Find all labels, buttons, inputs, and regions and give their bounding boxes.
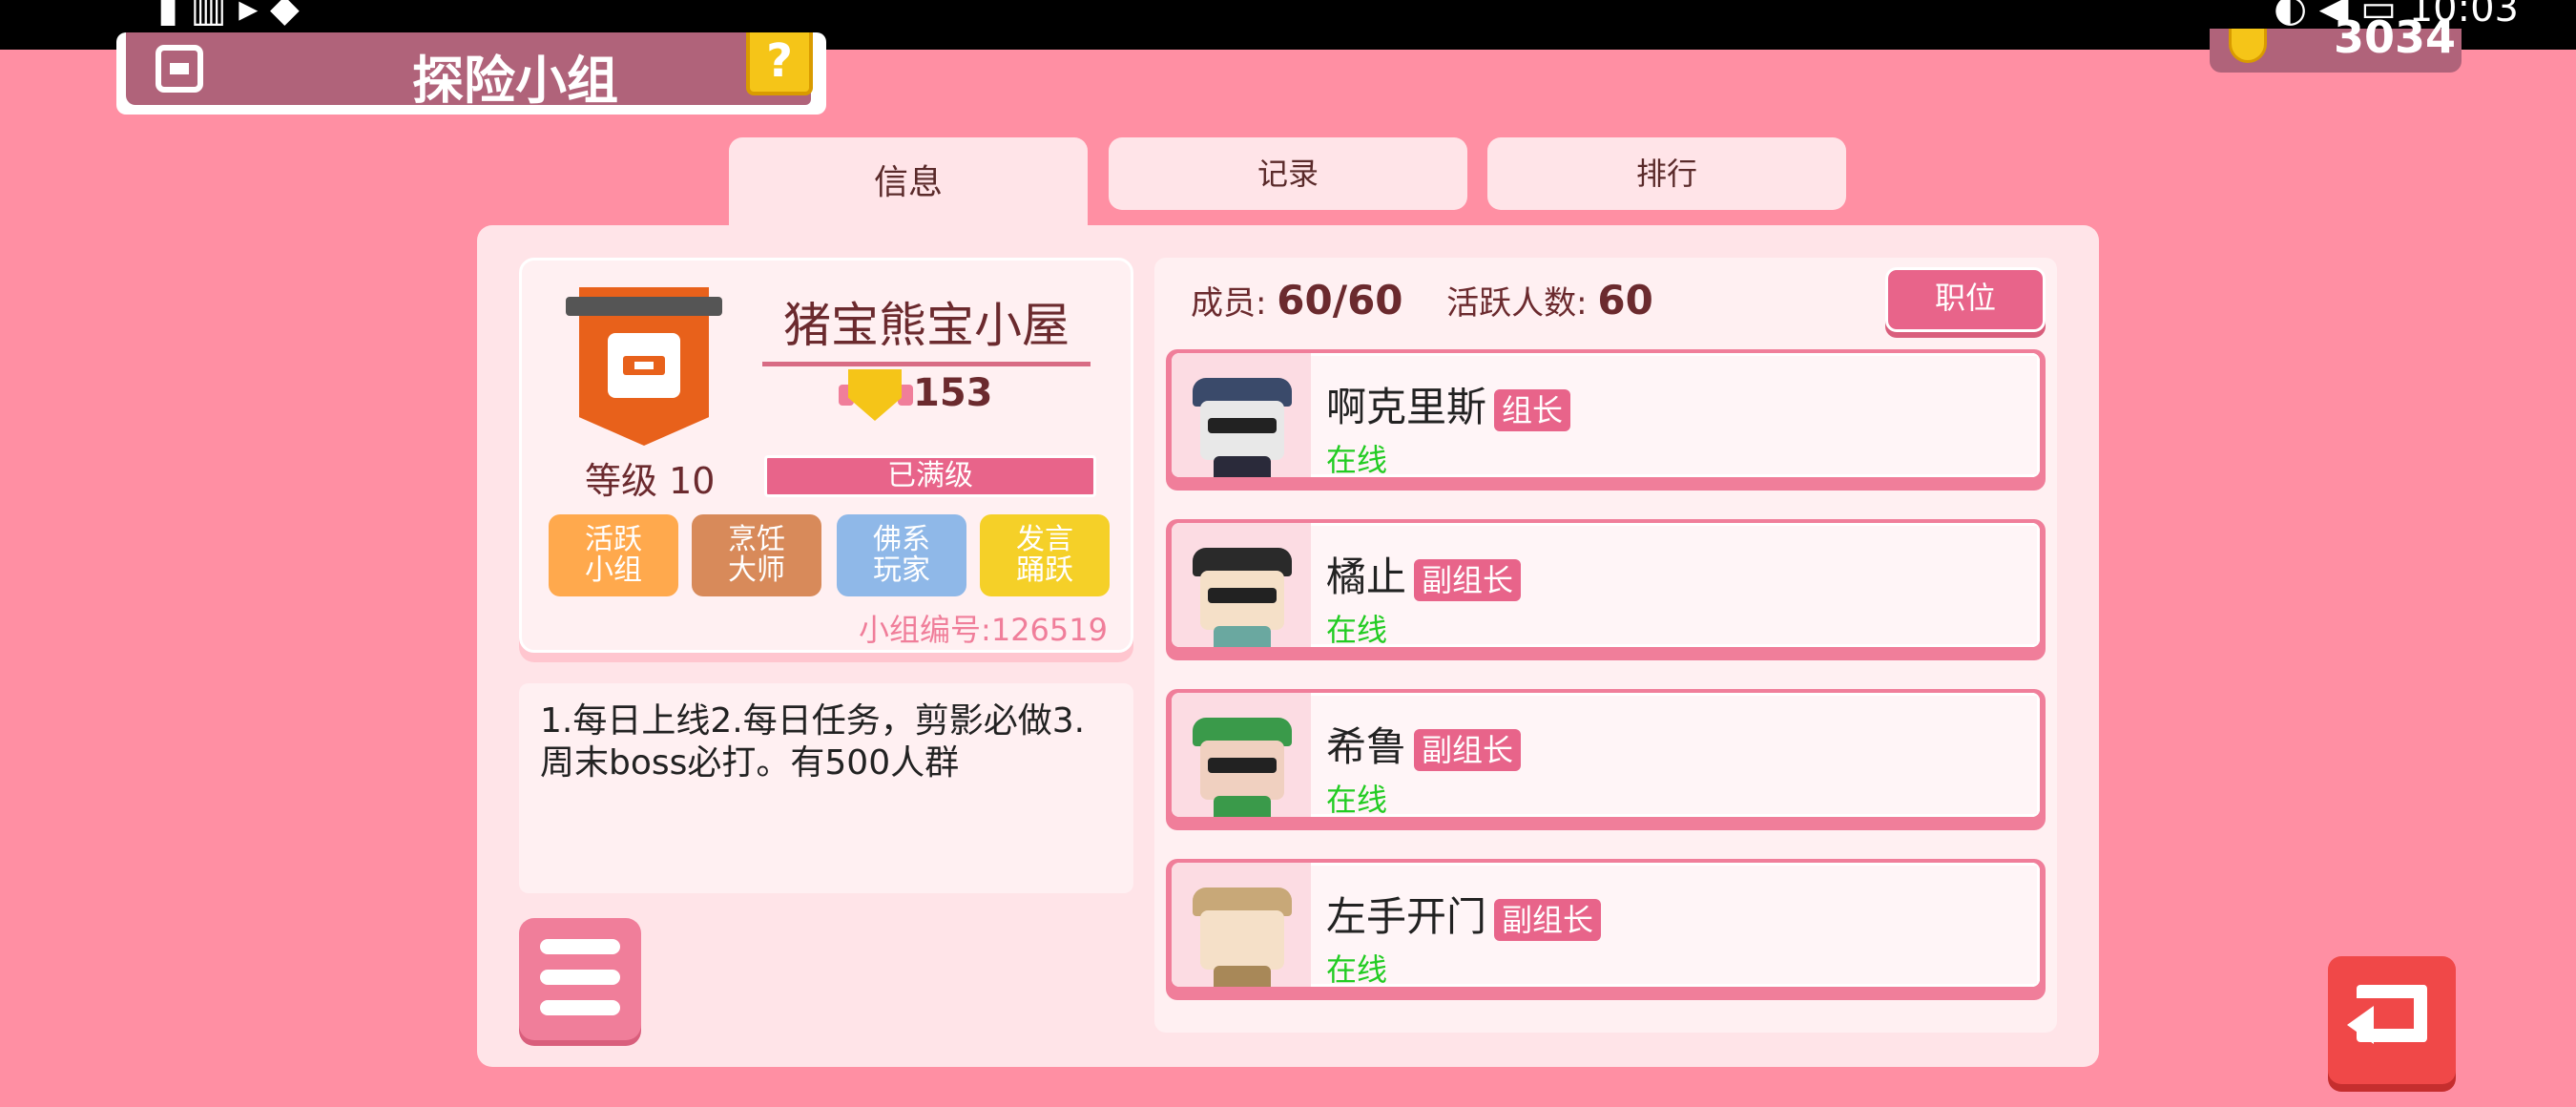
member-status: 在线 — [1326, 782, 1388, 817]
group-banner-icon — [566, 287, 722, 446]
member-status: 在线 — [1326, 951, 1388, 987]
group-card: 猪宝熊宝小屋 153 等级 10 已满级 活跃小组 烹饪大师 佛系玩家 发言踊跃… — [519, 258, 1133, 653]
avatar — [1172, 693, 1311, 817]
active-count-label: 活跃人数: — [1446, 284, 1588, 323]
menu-button[interactable] — [519, 918, 641, 1040]
member-status: 在线 — [1326, 612, 1388, 647]
back-button[interactable] — [2328, 956, 2456, 1084]
group-level: 等级 10 — [585, 460, 716, 502]
role-button[interactable]: 职位 — [1885, 267, 2046, 332]
tag-active-group[interactable]: 活跃小组 — [549, 514, 678, 596]
help-button[interactable]: ? — [746, 32, 813, 95]
member-info: 希鲁 副组长 在线 — [1311, 693, 2040, 817]
avatar — [1172, 523, 1311, 647]
member-row[interactable]: 左手开门 副组长 在线 — [1166, 859, 2046, 1000]
level-status-bar: 已满级 — [764, 455, 1096, 497]
members-panel: 成员: 60/60 活跃人数: 60 职位 啊克里斯 组长 在线 橘止 副组长 … — [1154, 258, 2057, 1033]
member-count-value: 60/60 — [1277, 277, 1403, 324]
role-badge: 副组长 — [1494, 898, 1602, 941]
tag-cooking-master[interactable]: 烹饪大师 — [692, 514, 821, 596]
member-name: 啊克里斯 — [1326, 384, 1487, 430]
currency-display: 3034 — [2210, 11, 2462, 73]
tab-info[interactable]: 信息 — [729, 137, 1088, 233]
coin-icon — [2229, 29, 2267, 63]
status-icons-left: ▮ ▥ ▸ ◆ — [157, 0, 300, 31]
title-plate: 探险小组 ? — [116, 32, 826, 115]
group-id: 小组编号:126519 — [859, 612, 1108, 648]
tag-active-speaker[interactable]: 发言踊跃 — [980, 514, 1110, 596]
member-row[interactable]: 希鲁 副组长 在线 — [1166, 689, 2046, 830]
member-count-label: 成员: — [1191, 284, 1267, 323]
member-info: 橘止 副组长 在线 — [1311, 523, 2040, 647]
members-header: 成员: 60/60 活跃人数: 60 — [1191, 277, 1653, 324]
member-name: 希鲁 — [1326, 723, 1407, 770]
group-emblem-icon — [126, 32, 233, 105]
member-row[interactable]: 啊克里斯 组长 在线 — [1166, 349, 2046, 491]
member-info: 啊克里斯 组长 在线 — [1311, 353, 2040, 477]
trophy-value: 153 — [913, 371, 993, 415]
role-badge: 副组长 — [1414, 728, 1522, 771]
tag-casual-player[interactable]: 佛系玩家 — [837, 514, 966, 596]
role-badge: 组长 — [1494, 388, 1571, 431]
role-badge: 副组长 — [1414, 558, 1522, 601]
member-status: 在线 — [1326, 442, 1388, 477]
member-row[interactable]: 橘止 副组长 在线 — [1166, 519, 2046, 660]
group-description: 1.每日上线2.每日任务，剪影必做3.周末boss必打。有500人群 — [519, 683, 1133, 893]
tab-rank[interactable]: 排行 — [1487, 137, 1846, 210]
avatar — [1172, 353, 1311, 477]
member-info: 左手开门 副组长 在线 — [1311, 863, 2040, 987]
trophy-icon — [839, 369, 913, 421]
member-name: 橘止 — [1326, 554, 1407, 600]
page-title: 探险小组 — [412, 51, 618, 111]
active-count-value: 60 — [1597, 277, 1653, 324]
tab-records[interactable]: 记录 — [1109, 137, 1467, 210]
member-name: 左手开门 — [1326, 893, 1487, 940]
group-name: 猪宝熊宝小屋 — [762, 287, 1091, 366]
avatar — [1172, 863, 1311, 987]
menu-icon — [540, 939, 620, 954]
currency-amount: 3034 — [2334, 11, 2457, 63]
